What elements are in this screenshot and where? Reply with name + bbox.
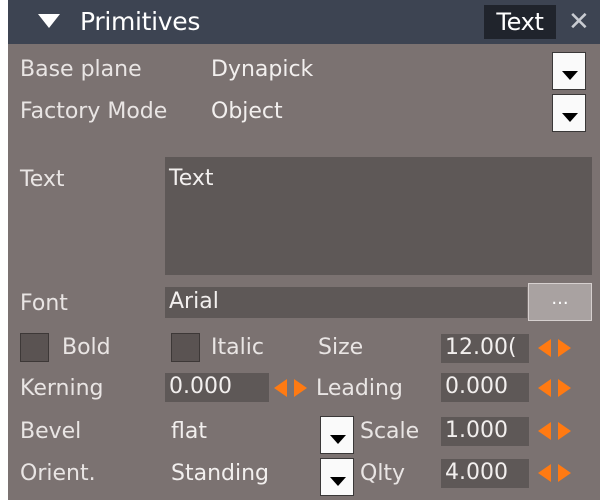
qlty-field[interactable]: 4.000: [441, 459, 529, 488]
size-spinner-icon[interactable]: [536, 335, 580, 361]
kerning-field[interactable]: 0.000: [165, 373, 269, 402]
bevel-label: Bevel: [20, 419, 82, 444]
orient-dropdown-button[interactable]: [320, 458, 354, 496]
leading-label: Leading: [316, 376, 403, 401]
kerning-label: Kerning: [20, 376, 104, 401]
italic-checkbox[interactable]: [171, 333, 200, 362]
scale-label: Scale: [360, 419, 420, 444]
leading-value: 0.000: [445, 374, 508, 399]
font-field[interactable]: Arial: [165, 287, 527, 318]
factory-mode-label: Factory Mode: [20, 99, 168, 124]
close-icon[interactable]: ✕: [568, 8, 590, 36]
panel-title-bar: Primitives Text ✕: [8, 0, 600, 44]
text-label: Text: [20, 167, 65, 192]
italic-label: Italic: [211, 335, 264, 360]
collapse-triangle-icon[interactable]: [38, 14, 60, 30]
leading-field[interactable]: 0.000: [441, 373, 529, 402]
kerning-value: 0.000: [169, 374, 232, 399]
factory-mode-value[interactable]: Object: [211, 98, 283, 126]
bold-label: Bold: [62, 335, 111, 360]
size-value: 12.00(: [445, 335, 517, 360]
font-value: Arial: [169, 289, 219, 314]
factory-mode-dropdown-button[interactable]: [552, 94, 586, 132]
base-plane-label: Base plane: [20, 57, 142, 82]
text-input-value: Text: [169, 166, 214, 191]
orient-label: Orient.: [20, 461, 96, 486]
text-input[interactable]: Text: [165, 157, 592, 275]
font-browse-button[interactable]: ...: [528, 283, 592, 321]
scale-field[interactable]: 1.000: [441, 417, 529, 446]
font-label: Font: [20, 291, 68, 316]
size-field[interactable]: 12.00(: [441, 334, 529, 363]
primitives-panel: Primitives Text ✕ Base plane Dynapick Fa…: [8, 0, 600, 500]
base-plane-dropdown-button[interactable]: [552, 52, 586, 90]
bold-checkbox[interactable]: [20, 333, 49, 362]
base-plane-value[interactable]: Dynapick: [211, 56, 313, 84]
scale-value: 1.000: [445, 418, 508, 443]
bevel-value[interactable]: flat: [171, 418, 207, 446]
qlty-spinner-icon[interactable]: [536, 460, 580, 486]
bevel-dropdown-button[interactable]: [320, 416, 354, 454]
scale-spinner-icon[interactable]: [536, 418, 580, 444]
size-label: Size: [318, 335, 364, 360]
orient-value[interactable]: Standing: [171, 460, 269, 488]
qlty-label: Qlty: [360, 461, 406, 486]
kerning-spinner-icon[interactable]: [272, 375, 312, 401]
leading-spinner-icon[interactable]: [536, 375, 580, 401]
panel-title: Primitives: [80, 7, 201, 36]
qlty-value: 4.000: [445, 460, 508, 485]
tab-text[interactable]: Text: [484, 5, 556, 39]
